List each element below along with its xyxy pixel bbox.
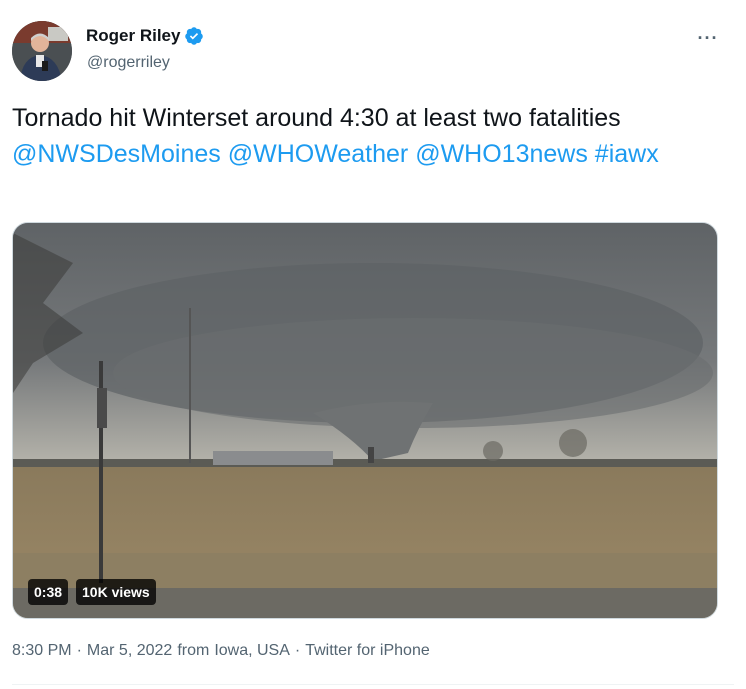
author-display-name[interactable]: Roger Riley (86, 26, 180, 46)
tweet-time[interactable]: 8:30 PM (12, 642, 72, 660)
video-player[interactable] (12, 222, 718, 619)
more-dots-icon: ··· (697, 27, 719, 48)
hashtag-iawx[interactable]: #iawx (595, 140, 659, 168)
avatar[interactable] (12, 21, 72, 81)
mention-who13news[interactable]: @WHO13news (415, 140, 588, 168)
author-handle[interactable]: @rogerriley (87, 54, 170, 72)
verified-badge-icon (184, 26, 204, 46)
video-views-badge: 10K views (76, 579, 156, 605)
tweet-meta: 8:30 PM · Mar 5, 2022 from Iowa, USA · T… (12, 642, 430, 660)
divider (12, 684, 734, 685)
tweet-location[interactable]: Iowa, USA (214, 642, 290, 660)
mention-whoweather[interactable]: @WHOWeather (228, 140, 409, 168)
tweet-card: Roger Riley @rogerriley ··· Tornado hit … (0, 0, 746, 689)
meta-separator: · (76, 642, 82, 659)
mention-nwsdesmoines[interactable]: @NWSDesMoines (12, 140, 221, 168)
tweet-body: Tornado hit Winterset around 4:30 at lea… (12, 104, 621, 132)
meta-from: from (177, 642, 210, 659)
author-name-row: Roger Riley (86, 26, 204, 46)
more-options-button[interactable]: ··· (692, 25, 724, 51)
tweet-date[interactable]: Mar 5, 2022 (87, 642, 172, 660)
meta-separator: · (294, 642, 301, 659)
video-thumbnail (13, 223, 717, 618)
tweet-source[interactable]: Twitter for iPhone (305, 642, 430, 660)
video-duration-badge: 0:38 (28, 579, 69, 605)
tweet-text: Tornado hit Winterset around 4:30 at lea… (12, 100, 712, 172)
